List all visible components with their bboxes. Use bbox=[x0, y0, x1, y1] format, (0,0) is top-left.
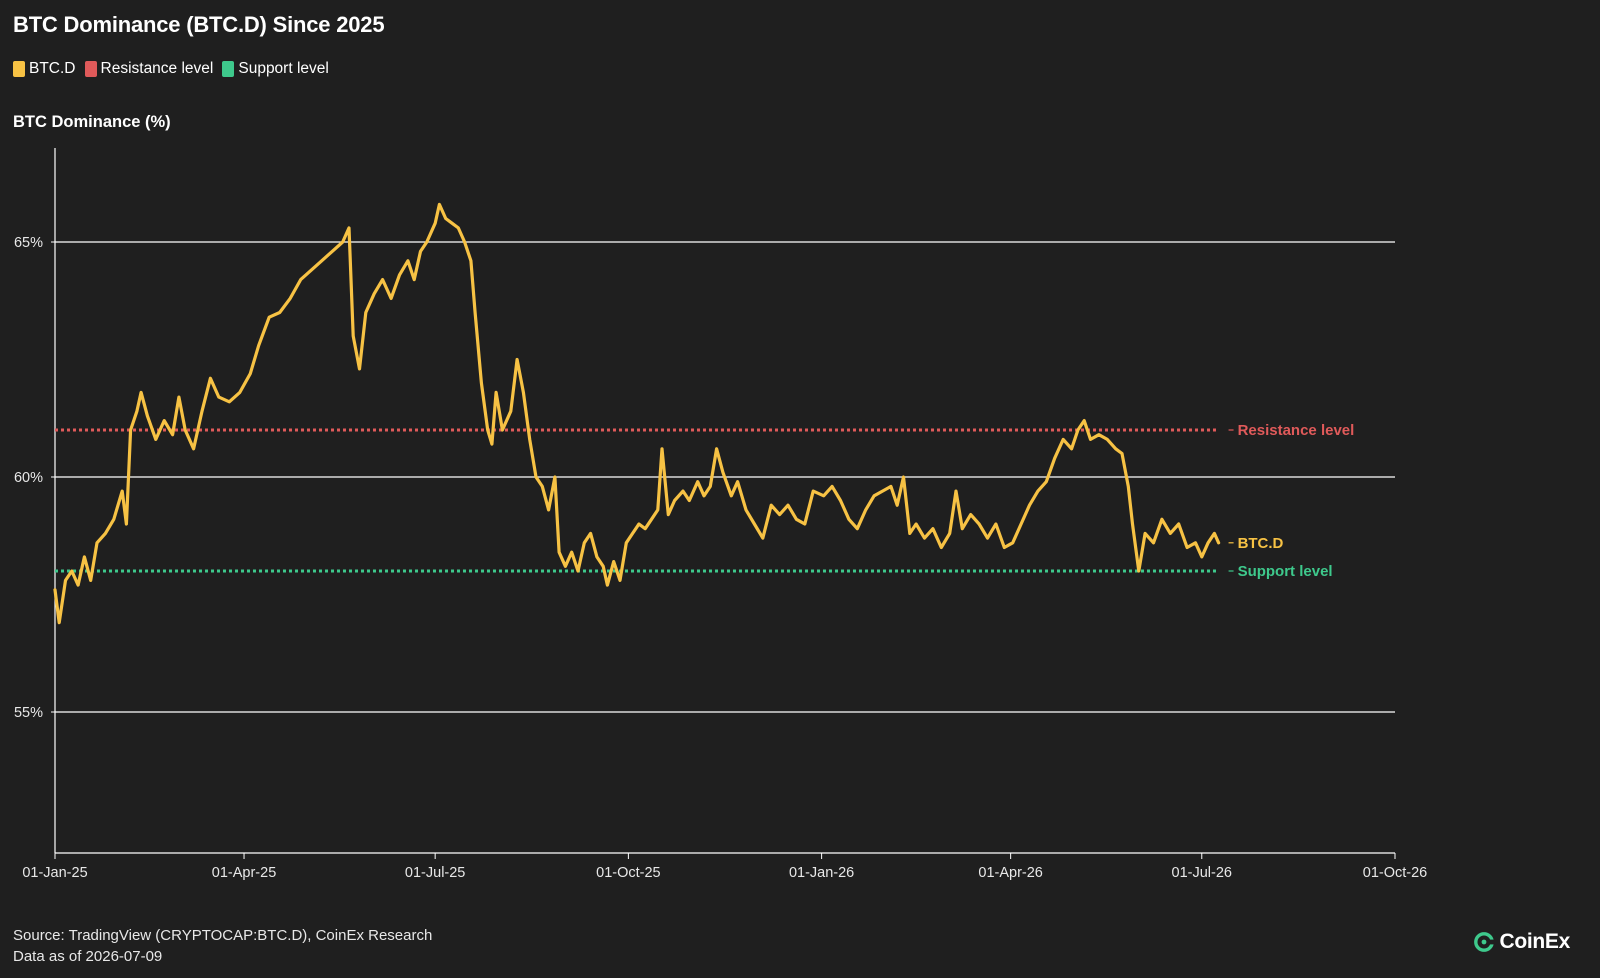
x-tick-label: 01-Oct-25 bbox=[596, 865, 660, 881]
as-of-note: Data as of 2026-07-09 bbox=[13, 948, 163, 965]
x-tick-label: 01-Jul-25 bbox=[405, 865, 465, 881]
brand-name: CoinEx bbox=[1499, 930, 1570, 953]
chart-footer: Source: TradingView (CRYPTOCAP:BTC.D), C… bbox=[13, 925, 432, 967]
x-tick-label: 01-Jan-26 bbox=[789, 865, 854, 881]
x-tick-label: 01-Jan-25 bbox=[22, 865, 87, 881]
resistance-level-end-label: Resistance level bbox=[1238, 422, 1355, 439]
x-tick-label: 01-Apr-26 bbox=[978, 865, 1042, 881]
btcd-series-line bbox=[53, 202, 1221, 625]
y-tick-label: 55% bbox=[14, 705, 43, 721]
x-tick-label: 01-Apr-25 bbox=[212, 865, 276, 881]
coinex-logo-icon bbox=[1474, 932, 1496, 952]
x-tick-label: 01-Oct-26 bbox=[1363, 865, 1427, 881]
btc-dominance-chart: 55% 60% 65% 01-Jan-25 01-Apr-25 01-Jul-25 01-O… bbox=[14, 148, 1427, 881]
y-tick-label: 65% bbox=[14, 235, 43, 251]
y-tick-label: 60% bbox=[14, 470, 43, 486]
source-note: Source: TradingView (CRYPTOCAP:BTC.D), C… bbox=[13, 927, 433, 944]
x-tick-label: 01-Jul-26 bbox=[1172, 865, 1232, 881]
btc-d-end-label: BTC.D bbox=[1238, 535, 1284, 552]
brand-logo: CoinEx bbox=[1473, 930, 1570, 954]
support-level-end-label: Support level bbox=[1238, 563, 1333, 580]
